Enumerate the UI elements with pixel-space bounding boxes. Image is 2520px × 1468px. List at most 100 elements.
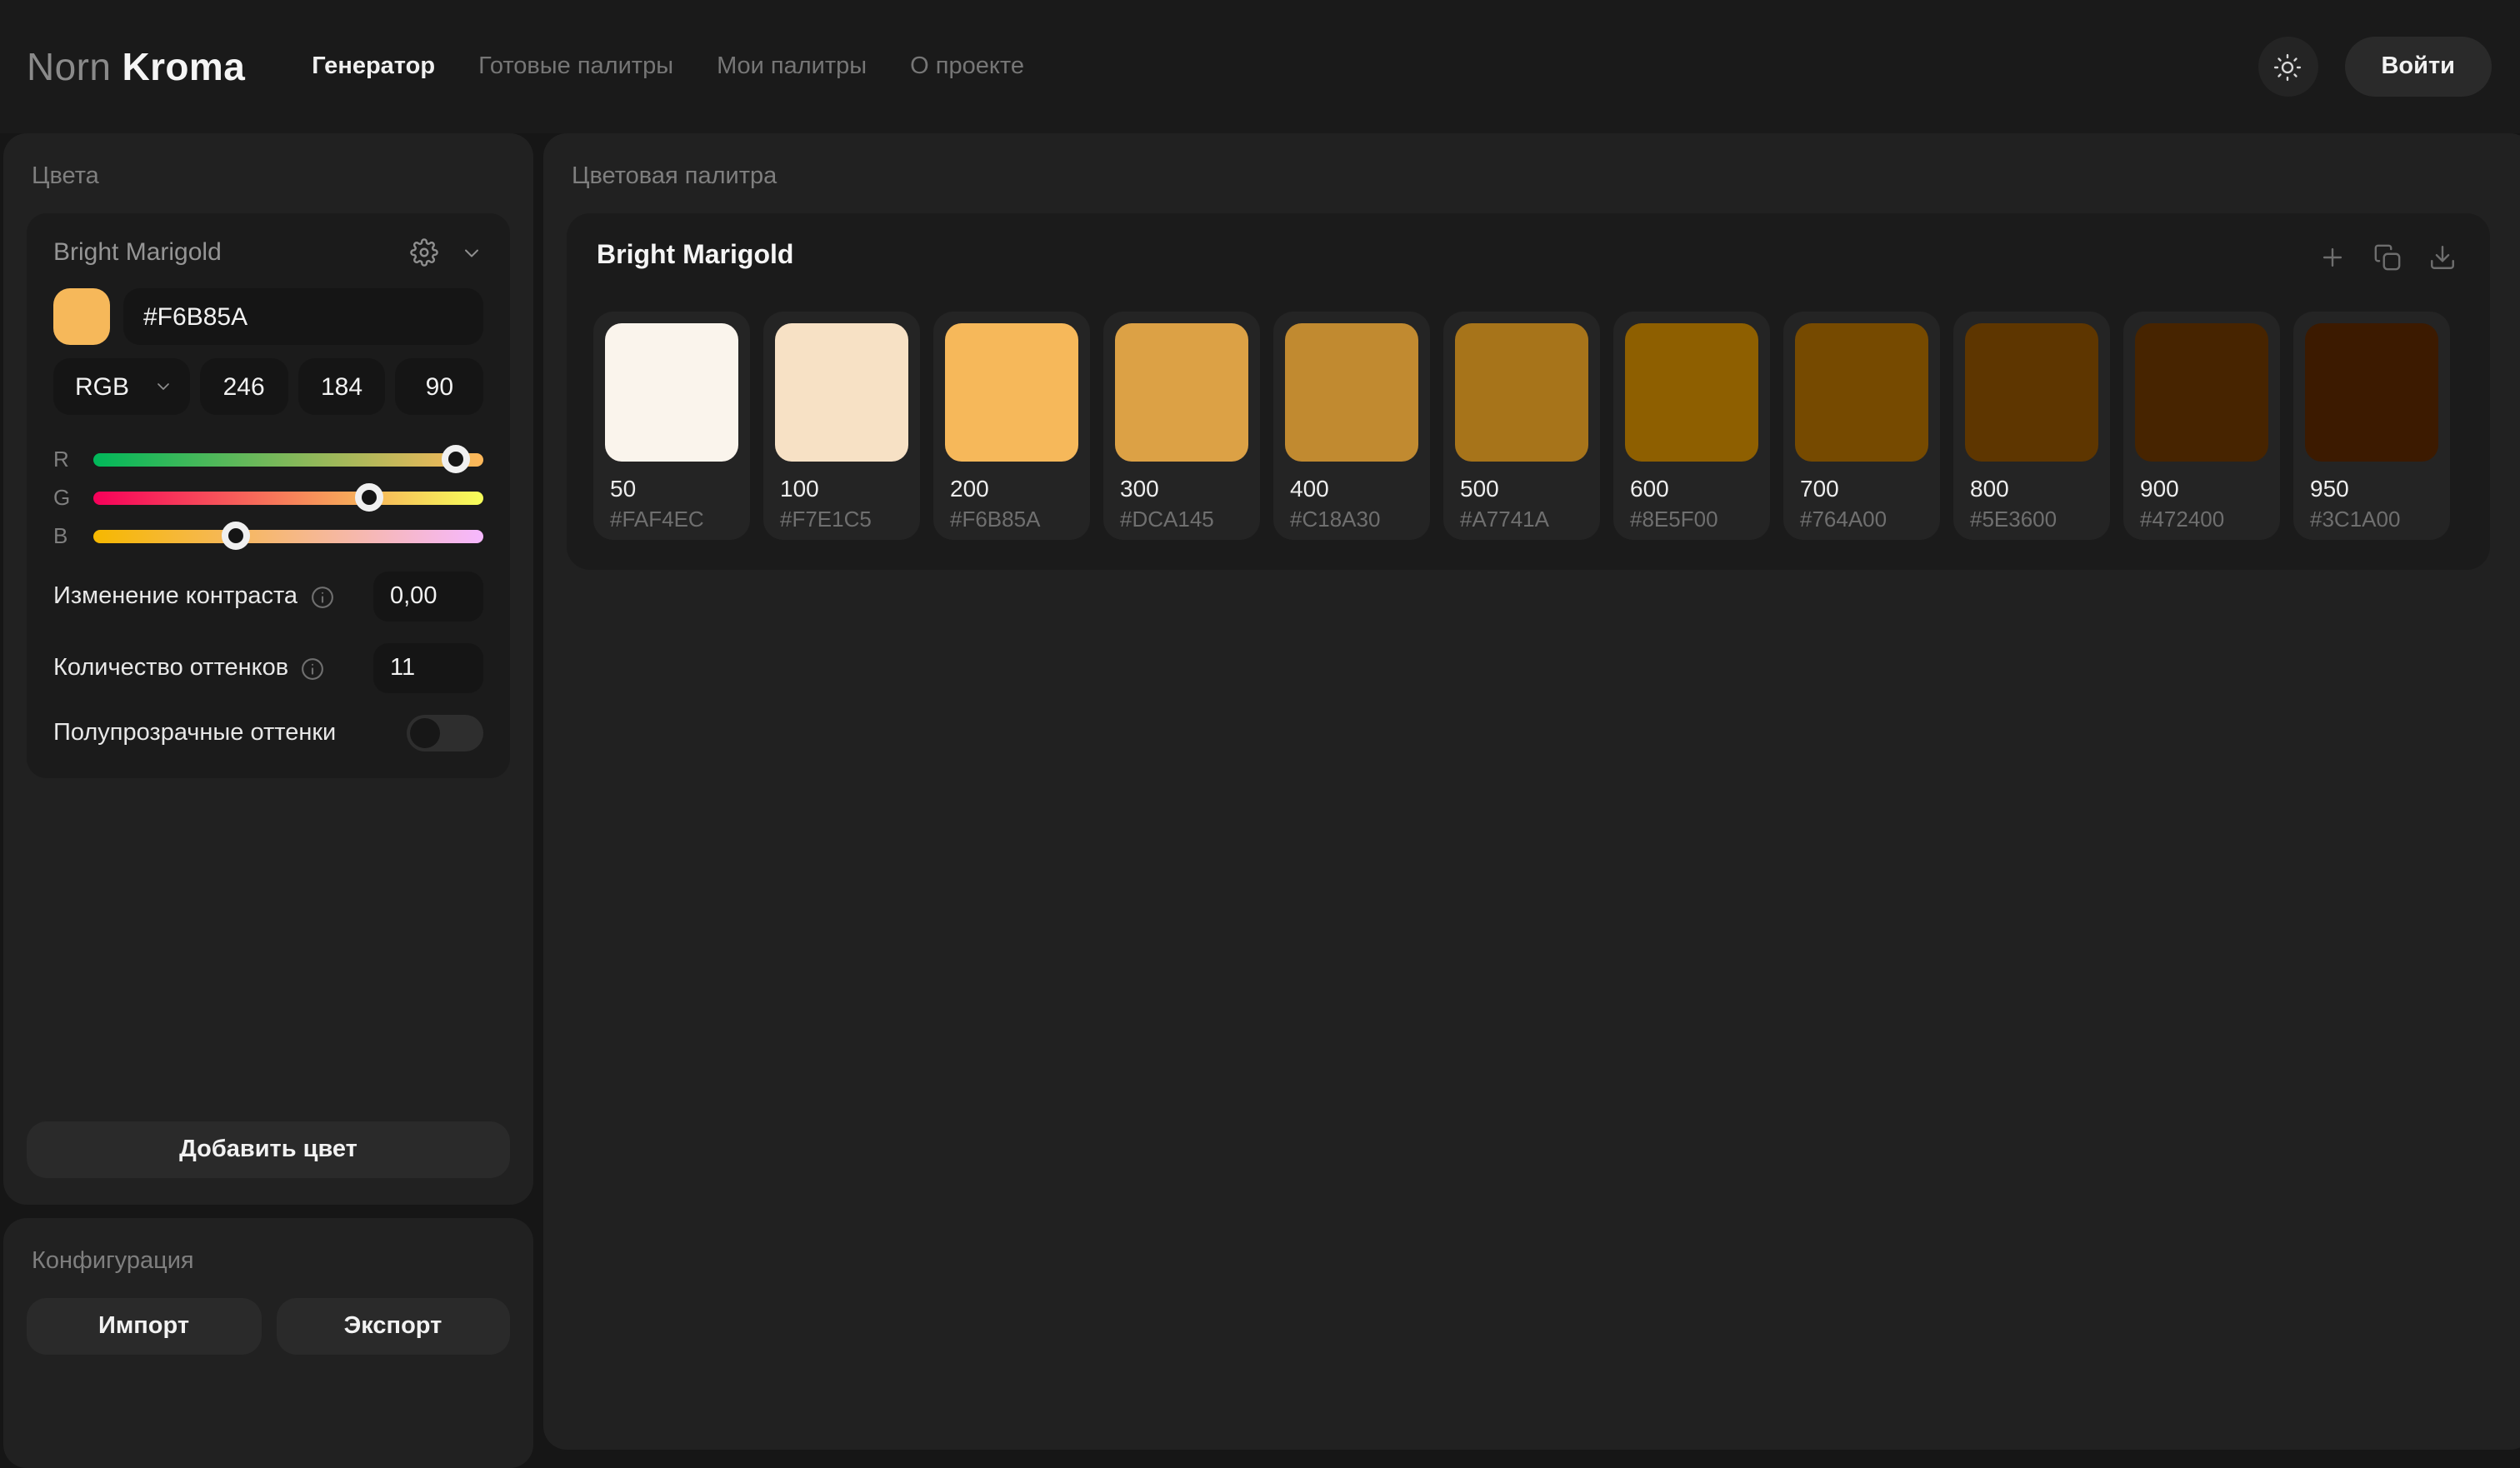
nav-item[interactable]: О проекте (910, 53, 1024, 80)
content: Цвета Bright Marigold #F6B85A RGB 246 18… (0, 133, 2520, 1468)
copy-palette-button[interactable] (2373, 242, 2402, 271)
slider-track[interactable] (93, 483, 483, 512)
contrast-input[interactable] (373, 572, 483, 622)
shade-number: 400 (1290, 475, 1329, 502)
logo[interactable]: Norn Kroma (27, 44, 245, 89)
import-label: Импорт (98, 1313, 190, 1340)
contrast-label: Изменение контраста (53, 583, 298, 610)
translucent-label: Полупрозрачные оттенки (53, 720, 337, 746)
plus-icon (2318, 242, 2347, 271)
slider-row-g: G (53, 483, 483, 512)
hex-row (53, 288, 483, 345)
shade-hex: #764A00 (1800, 507, 1888, 532)
palette-card-header: Bright Marigold (593, 242, 2457, 272)
shade-number: 50 (610, 475, 637, 502)
shade-color-block[interactable] (775, 323, 908, 462)
shade-number: 300 (1120, 475, 1159, 502)
slider-track[interactable] (93, 522, 483, 550)
add-palette-button[interactable] (2318, 242, 2347, 271)
nav-item[interactable]: Готовые палитры (478, 53, 673, 80)
shade-color-block[interactable] (1965, 323, 2098, 462)
shades-count-input[interactable] (373, 643, 483, 693)
shade-hex: #C18A30 (1290, 507, 1381, 532)
config-panel: Конфигурация Импорт Экспорт (3, 1218, 533, 1468)
current-color-swatch[interactable] (53, 288, 110, 345)
colors-panel: Цвета Bright Marigold #F6B85A RGB 246 18… (3, 133, 533, 1205)
channel-label: B (53, 523, 68, 548)
nav-item[interactable]: Генератор (312, 53, 435, 80)
header-right: Войти (2258, 37, 2492, 97)
theme-toggle-button[interactable] (2258, 37, 2318, 97)
colors-section-title: Цвета (32, 163, 99, 190)
channel-label: R (53, 447, 69, 472)
shade-color-block[interactable] (2135, 323, 2268, 462)
color-collapse-button[interactable] (460, 241, 483, 264)
shade-color-block[interactable] (1455, 323, 1588, 462)
shade-number: 500 (1460, 475, 1499, 502)
shade-hex: #DCA145 (1120, 507, 1214, 532)
color-card-header: Bright Marigold (53, 238, 483, 267)
import-button[interactable]: Импорт (27, 1298, 261, 1355)
shade-color-block[interactable] (1115, 323, 1248, 462)
slider-thumb[interactable] (354, 483, 383, 512)
nav-item[interactable]: Мои палитры (717, 53, 867, 80)
translucent-toggle[interactable] (407, 715, 483, 751)
palette-name: Bright Marigold (597, 242, 794, 270)
add-color-button[interactable]: Добавить цвет (27, 1121, 510, 1178)
slider-thumb[interactable] (442, 445, 471, 473)
shade-hex: #A7741A (1460, 507, 1549, 532)
shade-tile: 800 #5E3600 (1953, 312, 2110, 540)
shade-tile: 100 #F7E1C5 (763, 312, 920, 540)
shades-count-label: Количество оттенков (53, 655, 289, 682)
slider-track[interactable] (93, 445, 483, 473)
color-name: Bright Marigold (53, 238, 222, 267)
shade-tile: 700 #764A00 (1783, 312, 1940, 540)
shade-hex: #F7E1C5 (780, 507, 872, 532)
info-icon[interactable] (300, 656, 325, 681)
shade-number: 950 (2310, 475, 2349, 502)
download-icon (2428, 242, 2457, 271)
shade-color-block[interactable] (945, 323, 1078, 462)
color-settings-button[interactable] (410, 238, 438, 267)
shade-color-block[interactable] (1285, 323, 1418, 462)
shade-tile: 400 #C18A30 (1273, 312, 1430, 540)
shade-color-block[interactable] (1795, 323, 1928, 462)
color-mode-select[interactable]: RGB (53, 358, 190, 415)
shade-tile: 300 #DCA145 (1103, 312, 1260, 540)
hex-input[interactable] (123, 288, 483, 345)
shade-number: 200 (950, 475, 989, 502)
export-button[interactable]: Экспорт (276, 1298, 510, 1355)
header: Norn Kroma Генератор Готовые палитры Мои п… (0, 0, 2520, 133)
slider-row-b: B (53, 522, 483, 550)
shade-tile: 600 #8E5F00 (1613, 312, 1770, 540)
info-icon[interactable] (309, 584, 334, 609)
shade-tile: 950 #3C1A00 (2293, 312, 2450, 540)
contrast-row: Изменение контраста (53, 572, 483, 622)
shade-color-block[interactable] (2305, 323, 2438, 462)
channel-label: G (53, 485, 71, 510)
sun-icon (2273, 52, 2302, 81)
color-mode-value: RGB (75, 372, 130, 401)
shade-tile: 50 #FAF4EC (593, 312, 750, 540)
download-palette-button[interactable] (2428, 242, 2457, 271)
shade-hex: #3C1A00 (2310, 507, 2401, 532)
chevron-down-icon (460, 241, 483, 264)
shade-hex: #5E3600 (1970, 507, 2058, 532)
shade-hex: #8E5F00 (1630, 507, 1718, 532)
app: Norn Kroma Генератор Готовые палитры Мои п… (0, 0, 2520, 1468)
rgb-value-input[interactable] (395, 358, 484, 415)
palette-card: Bright Marigold 50 #FAF4EC 100 #F7E1C5 2… (567, 213, 2490, 570)
shade-tile: 200 #F6B85A (933, 312, 1090, 540)
shade-tile: 900 #472400 (2123, 312, 2280, 540)
rgb-value-input[interactable] (200, 358, 288, 415)
slider-thumb[interactable] (221, 522, 250, 550)
shade-grid: 50 #FAF4EC 100 #F7E1C5 200 #F6B85A 300 #DCA145 4… (593, 312, 2457, 540)
login-label: Войти (2381, 53, 2455, 80)
toggle-knob (410, 718, 440, 748)
shade-color-block[interactable] (1625, 323, 1758, 462)
shade-color-block[interactable] (605, 323, 738, 462)
login-button[interactable]: Войти (2344, 37, 2492, 97)
rgb-value-input[interactable] (298, 358, 386, 415)
shade-number: 900 (2140, 475, 2179, 502)
shade-number: 100 (780, 475, 819, 502)
